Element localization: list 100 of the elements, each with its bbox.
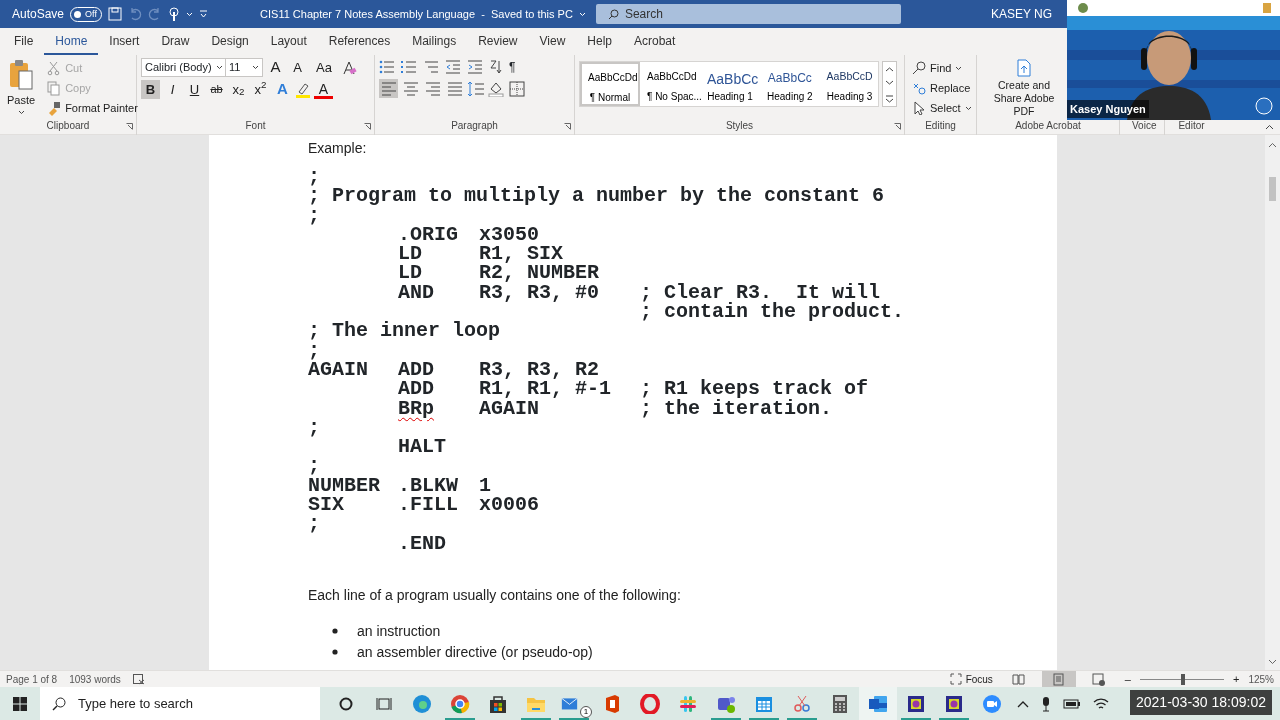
ribbon-tab[interactable]: Layout [259, 28, 318, 55]
battery-icon[interactable] [1063, 698, 1081, 709]
notification-badge: 1 [580, 706, 592, 718]
font-color-button[interactable]: A [314, 80, 333, 99]
ribbon-tab[interactable]: Home [44, 28, 99, 55]
format-button[interactable]: x$^{2}$ [251, 80, 270, 99]
text-effects-button[interactable]: A [273, 80, 292, 99]
envelope-icon[interactable] [561, 695, 578, 712]
style-option[interactable]: AaBbCcDd ¶ Normal [580, 62, 640, 106]
video-camera-icon[interactable] [982, 693, 1002, 714]
group-label: Font [244, 119, 267, 133]
launcher-icon[interactable] [564, 123, 571, 130]
editing-button[interactable]: Find [909, 58, 966, 78]
ribbon-tab[interactable]: Acrobat [623, 28, 687, 55]
group-label: Adobe Acrobat [1014, 119, 1082, 133]
touch-icon[interactable] [168, 6, 181, 22]
font-name-field[interactable]: Calibri (Body) [141, 58, 227, 77]
ribbon-tab[interactable]: File [3, 28, 45, 55]
launcher-icon[interactable] [894, 123, 901, 130]
search-icon [52, 696, 66, 711]
proofing-icon[interactable] [132, 673, 145, 685]
line-spacing-icon[interactable] [467, 80, 485, 97]
format-button[interactable]: U [185, 80, 204, 99]
slider-thumb[interactable] [1180, 673, 1185, 685]
create-pdf-button[interactable]: Create and Share Adobe PDF [981, 58, 1067, 119]
zoom-slider[interactable] [1140, 673, 1224, 685]
ribbon-tab[interactable]: Insert [98, 28, 151, 55]
circle-icon[interactable] [339, 696, 353, 711]
multilevel-list-icon[interactable] [423, 60, 439, 74]
customize-icon[interactable] [199, 9, 209, 19]
zoom-in-button[interactable]: + [1230, 669, 1243, 689]
code-comment: ; [308, 417, 320, 438]
ribbon-tab[interactable]: Review [467, 28, 529, 55]
borders-icon[interactable] [509, 80, 525, 97]
highlighter-icon[interactable] [295, 81, 311, 98]
caret-icon [216, 65, 223, 70]
paste-button[interactable]: Paste [4, 58, 39, 118]
style-option[interactable]: AaBbCc Heading 2 [760, 62, 820, 106]
numbered-list-icon[interactable] [401, 60, 417, 74]
caret-icon [964, 105, 972, 111]
task-view-icon[interactable] [376, 696, 392, 711]
sort-icon[interactable] [489, 60, 503, 74]
font-tool-button[interactable]: A [288, 58, 307, 77]
paragraph-text: Each line of a program usually contains one of the following: [308, 585, 682, 605]
globe-icon[interactable] [412, 693, 432, 714]
microphone-icon[interactable] [1041, 695, 1051, 712]
format-button[interactable]: B [141, 80, 160, 99]
zoom-out-button[interactable]: – [1121, 669, 1134, 689]
calculator-icon[interactable] [830, 693, 850, 714]
page-icon [1052, 672, 1066, 686]
copy-icon [47, 80, 62, 96]
style-option[interactable]: AaBbCc Heading 1 [700, 62, 760, 106]
bullet-list-icon[interactable] [379, 60, 395, 74]
group-label: Editor [1177, 119, 1206, 133]
scrollbar-thumb[interactable] [1269, 177, 1276, 201]
font-tool-button[interactable]: Aa [310, 58, 338, 77]
launcher-icon[interactable] [126, 123, 133, 130]
format-button[interactable]: ab [207, 80, 226, 99]
save-icon[interactable] [108, 7, 123, 21]
taskbar-search-field[interactable]: Type here to search [40, 687, 320, 720]
clear-formatting-icon[interactable] [341, 59, 357, 76]
ring-icon[interactable] [640, 693, 660, 714]
pointer-icon [912, 101, 926, 115]
ribbon-tab[interactable]: View [528, 28, 577, 55]
style-option[interactable]: AaBbCcD Heading 3 [819, 62, 880, 106]
view-print-button[interactable] [1041, 671, 1076, 687]
globe-icon[interactable] [450, 693, 470, 714]
font-tool-button[interactable]: A [266, 58, 285, 77]
ribbon-tab[interactable]: Help [576, 28, 623, 55]
windows-icon[interactable] [13, 696, 27, 711]
ribbon-tab[interactable]: Mailings [401, 28, 468, 55]
caret-icon [578, 11, 586, 17]
search-field[interactable]: Search [595, 4, 901, 24]
launcher-icon[interactable] [364, 123, 371, 130]
document-icon[interactable] [868, 693, 888, 714]
ribbon-tab[interactable]: Draw [150, 28, 201, 55]
document-title[interactable]: CIS11 Chapter 7 Notes Assembly Language - Saved to this PC [260, 5, 586, 23]
font-size-field[interactable]: 11 [225, 58, 263, 77]
square-icon[interactable] [906, 693, 926, 714]
editing-button[interactable]: Select [909, 98, 975, 118]
editing-button[interactable]: Replace [909, 78, 974, 98]
format-button[interactable]: I [163, 80, 182, 99]
gallery-scroll-icon[interactable] [882, 61, 897, 107]
format-button[interactable]: x$_{2}$ [229, 80, 248, 99]
scissors-icon[interactable] [792, 693, 812, 714]
ribbon-tab[interactable]: References [317, 28, 402, 55]
hash-icon[interactable] [678, 693, 698, 714]
focus-button[interactable]: Focus [946, 670, 996, 688]
chevron-up-icon[interactable] [1017, 699, 1029, 708]
code-comment: ; Program to multiply a number by the constant 6 [308, 186, 885, 206]
clipboard-button[interactable]: Format Painter [44, 98, 141, 118]
shading-icon[interactable] [488, 80, 506, 97]
style-option[interactable]: AaBbCcDd ¶ No Spac... [640, 62, 700, 106]
wifi-icon[interactable] [1093, 696, 1109, 711]
collapse-ribbon-icon[interactable] [1265, 124, 1274, 130]
ribbon-tab[interactable]: Design [200, 28, 260, 55]
show-marks-button[interactable]: ¶ [509, 58, 516, 76]
square-icon[interactable] [944, 693, 964, 714]
bag-icon[interactable] [488, 693, 508, 714]
code-comment: ; The inner loop [308, 321, 501, 341]
